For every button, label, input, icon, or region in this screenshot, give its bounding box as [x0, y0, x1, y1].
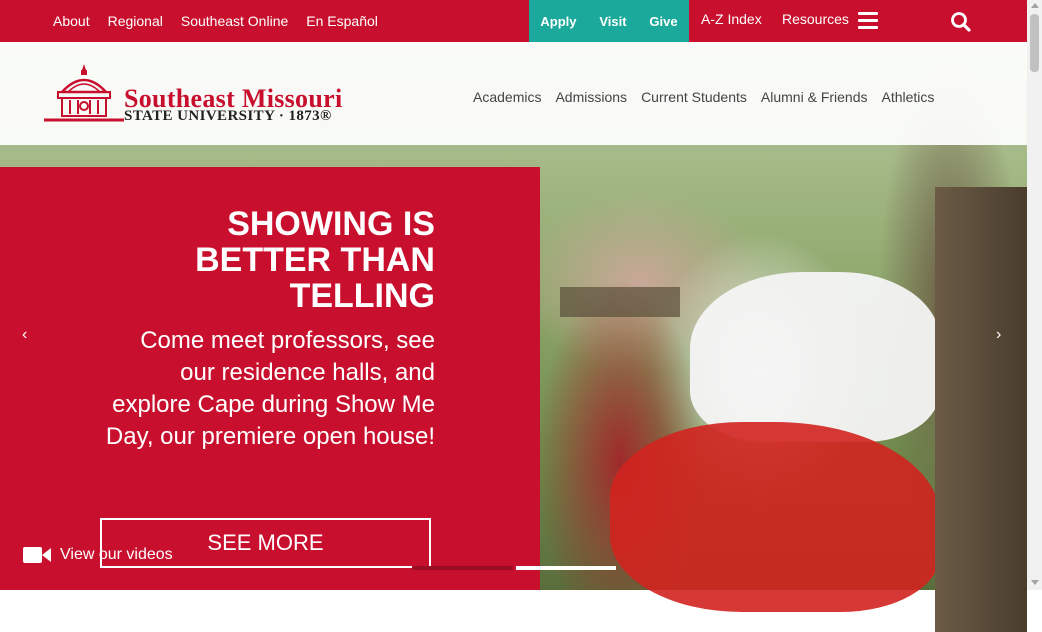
give-button[interactable]: Give	[649, 14, 677, 29]
view-videos-label: View our videos	[60, 546, 173, 563]
scroll-down-arrow-icon[interactable]	[1031, 580, 1039, 585]
scrollbar-thumb[interactable]	[1030, 14, 1039, 72]
main-navigation: Academics Admissions Current Students Al…	[466, 89, 941, 105]
photo-tree-trunk	[935, 187, 1027, 632]
hero-subtext: Come meet professors, see our residence …	[105, 327, 435, 450]
utility-links: About Regional Southeast Online En Españ…	[44, 0, 387, 42]
utility-link-espanol[interactable]: En Español	[306, 13, 378, 29]
carousel-indicator-1[interactable]	[412, 566, 513, 570]
scroll-up-arrow-icon[interactable]	[1031, 3, 1039, 8]
nav-alumni-friends[interactable]: Alumni & Friends	[761, 89, 868, 105]
dome-logo-icon	[44, 64, 124, 122]
utility-link-regional[interactable]: Regional	[108, 13, 163, 29]
apply-button[interactable]: Apply	[540, 14, 576, 29]
visit-button[interactable]: Visit	[599, 14, 626, 29]
carousel-next-button[interactable]: ›	[996, 326, 1001, 344]
nav-athletics[interactable]: Athletics	[882, 89, 935, 105]
utility-bar: About Regional Southeast Online En Españ…	[0, 0, 1027, 42]
menu-icon[interactable]	[858, 12, 878, 30]
search-icon[interactable]	[950, 11, 972, 33]
photo-student-shorts	[610, 422, 940, 612]
scrollbar-track[interactable]	[1027, 0, 1042, 590]
utility-link-about[interactable]: About	[53, 13, 90, 29]
carousel-indicator-2[interactable]	[516, 566, 616, 570]
az-index-link[interactable]: A-Z Index	[701, 11, 762, 27]
video-camera-icon	[23, 547, 51, 563]
view-videos-link[interactable]: View our videos	[22, 540, 202, 570]
resources-link[interactable]: Resources	[782, 11, 849, 27]
cta-group: Apply Visit Give	[529, 0, 689, 42]
hero-headline: SHOWING IS BETTER THAN TELLING	[195, 205, 435, 315]
nav-academics[interactable]: Academics	[473, 89, 541, 105]
carousel-prev-button[interactable]: ‹	[22, 326, 27, 344]
logo-subtitle: STATE UNIVERSITY · 1873®	[124, 108, 332, 124]
utility-link-online[interactable]: Southeast Online	[181, 13, 288, 29]
photo-bench	[560, 287, 680, 317]
photo-student-shirt	[690, 272, 940, 442]
nav-current-students[interactable]: Current Students	[641, 89, 747, 105]
nav-admissions[interactable]: Admissions	[555, 89, 627, 105]
